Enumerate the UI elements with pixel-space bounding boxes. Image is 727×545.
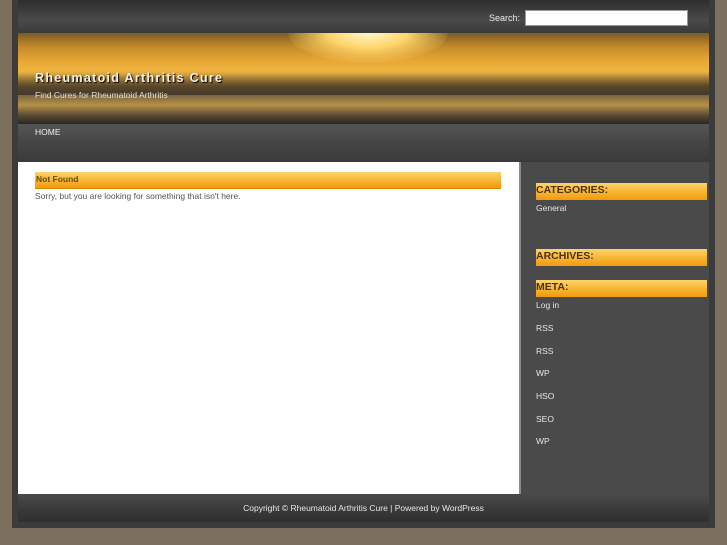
site-title[interactable]: Rheumatoid Arthritis Cure <box>35 71 223 85</box>
site-tagline: Find Cures for Rheumatoid Arthritis <box>35 90 168 100</box>
search-input[interactable] <box>525 10 688 26</box>
not-found-header: Not Found <box>35 172 501 189</box>
page-container: Search: Rheumatoid Arthritis Cure Find C… <box>18 0 709 522</box>
category-link-general[interactable]: General <box>536 203 566 213</box>
meta-link-rss-comments[interactable]: RSS <box>536 346 553 356</box>
sunset-image <box>288 33 448 63</box>
meta-link-wp-2[interactable]: WP <box>536 436 550 446</box>
footer-copyright: Copyright © Rheumatoid Arthritis Cure | … <box>243 503 484 513</box>
meta-link-hso[interactable]: HSO <box>536 391 554 401</box>
meta-link-rss-entries[interactable]: RSS <box>536 323 553 333</box>
meta-title: META: <box>536 281 569 293</box>
main-nav: HOME <box>18 124 709 162</box>
not-found-message: Sorry, but you are looking for something… <box>35 191 241 201</box>
not-found-title: Not Found <box>36 174 79 184</box>
site-header: Rheumatoid Arthritis Cure Find Cures for… <box>18 33 709 124</box>
categories-header: CATEGORIES: <box>536 183 707 200</box>
sidebar: CATEGORIES: General ARCHIVES: META: Log … <box>519 162 709 494</box>
archives-title: ARCHIVES: <box>536 250 594 262</box>
meta-header: META: <box>536 280 707 297</box>
meta-link-wp[interactable]: WP <box>536 368 550 378</box>
main-content: Not Found Sorry, but you are looking for… <box>18 162 519 494</box>
search-label: Search: <box>488 13 520 23</box>
archives-header: ARCHIVES: <box>536 249 707 266</box>
categories-title: CATEGORIES: <box>536 184 609 196</box>
nav-home-link[interactable]: HOME <box>35 127 61 137</box>
search-bar: Search: <box>18 0 709 33</box>
site-footer: Copyright © Rheumatoid Arthritis Cure | … <box>18 494 709 522</box>
meta-link-seo[interactable]: SEO <box>536 414 554 424</box>
meta-link-log-in[interactable]: Log in <box>536 300 559 310</box>
